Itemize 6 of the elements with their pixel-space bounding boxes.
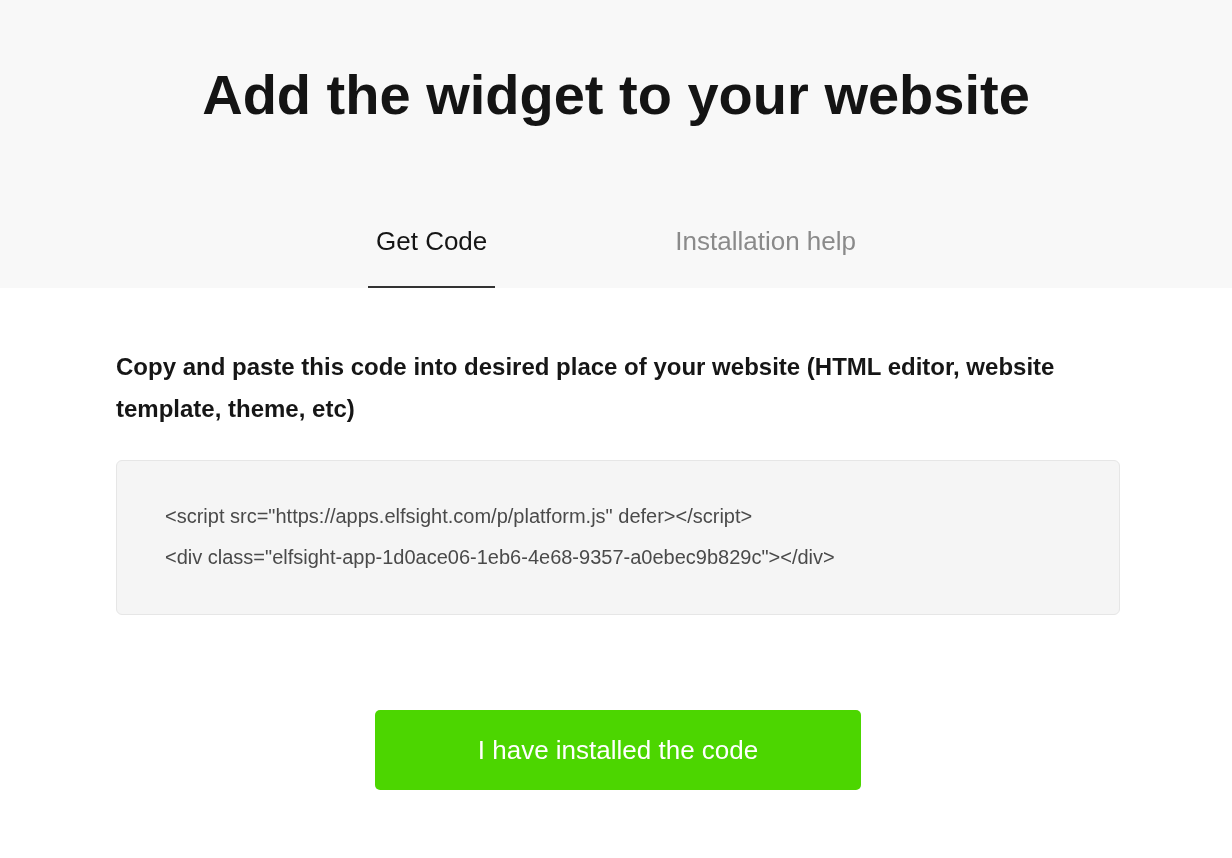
code-line: <div class="elfsight-app-1d0ace06-1eb6-4e68-9357-a0ebec9b829c"></div> [165,545,836,570]
page-title: Add the widget to your website [201,62,1031,128]
code-line: <script src="https://apps.elfsight.com/p/platform.js" defer></script> [165,504,754,529]
tab[interactable]: Get Code [368,226,496,288]
code-box[interactable]: <script src="https://apps.elfsight.com/p/platform.js" defer></script> <div class="elfsight-app-1d0ace06-1eb6-4e68-9357-a0ebec9b829c"></div> [116,460,1120,615]
instruction-text: Copy and paste this code into desired place of your website (HTML editor, website template, theme, etc) [116,352,1056,424]
